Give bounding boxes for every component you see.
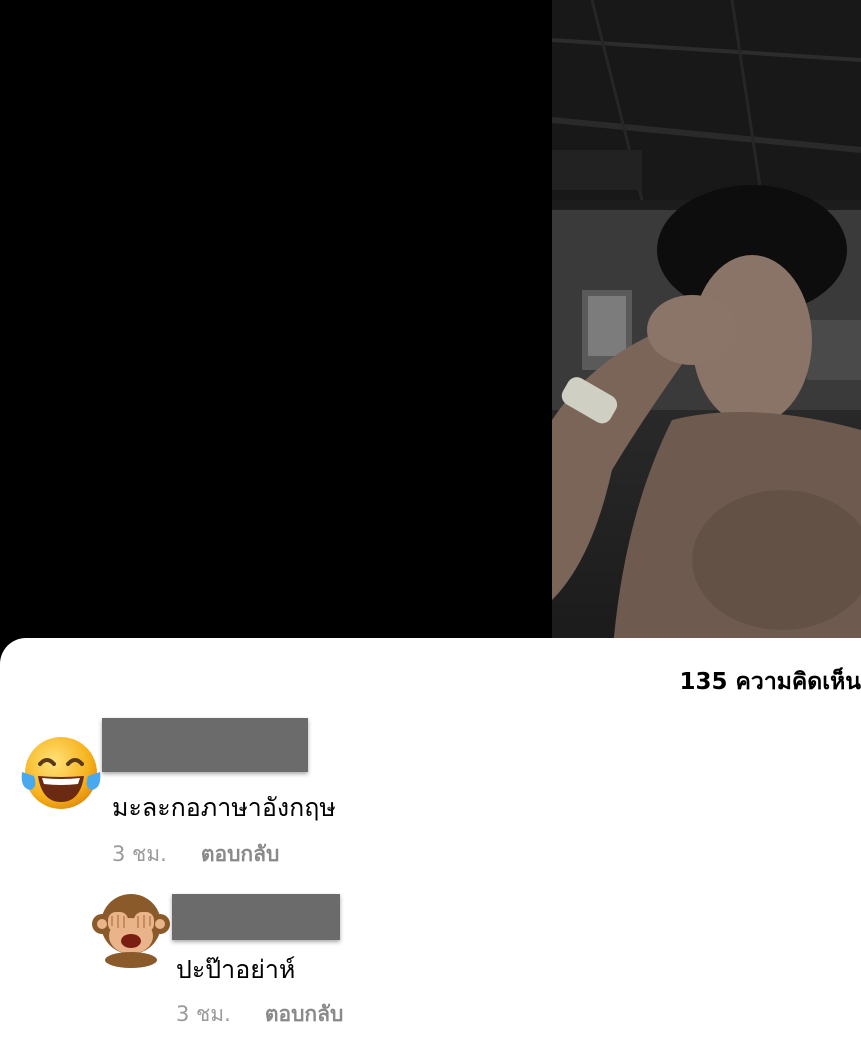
- comment-text: ปะป๊าอย่าห์: [176, 955, 296, 984]
- comment-count: 135 ความคิดเห็น: [679, 669, 861, 695]
- comment-time: 3 ชม.: [112, 842, 167, 866]
- face-with-tears-of-joy-icon[interactable]: [20, 732, 102, 814]
- comment-meta: 3 ชม. ตอบกลับ: [112, 838, 279, 871]
- reply-button[interactable]: ตอบกลับ: [201, 842, 280, 866]
- see-no-evil-monkey-icon[interactable]: [90, 886, 172, 968]
- reply-button[interactable]: ตอบกลับ: [265, 1002, 344, 1026]
- comment-text: มะละกอภาษาอังกฤษ: [112, 793, 336, 822]
- comment-item: มะละกอภาษาอังกฤษ 3 ชม. ตอบกลับ: [0, 718, 861, 868]
- media-viewer[interactable]: [0, 0, 861, 660]
- comment-time: 3 ชม.: [176, 1002, 231, 1026]
- post-photo[interactable]: [552, 0, 861, 660]
- comments-sheet: 135 ความคิดเห็น มะละกอภาษาอังกฤษ 3 ชม. ต…: [0, 638, 861, 1050]
- redacted-username: [172, 894, 340, 940]
- comment-meta: 3 ชม. ตอบกลับ: [176, 998, 343, 1031]
- reply-item: ปะป๊าอย่าห์ 3 ชม. ตอบกลับ: [0, 894, 861, 1044]
- redacted-username: [102, 718, 308, 772]
